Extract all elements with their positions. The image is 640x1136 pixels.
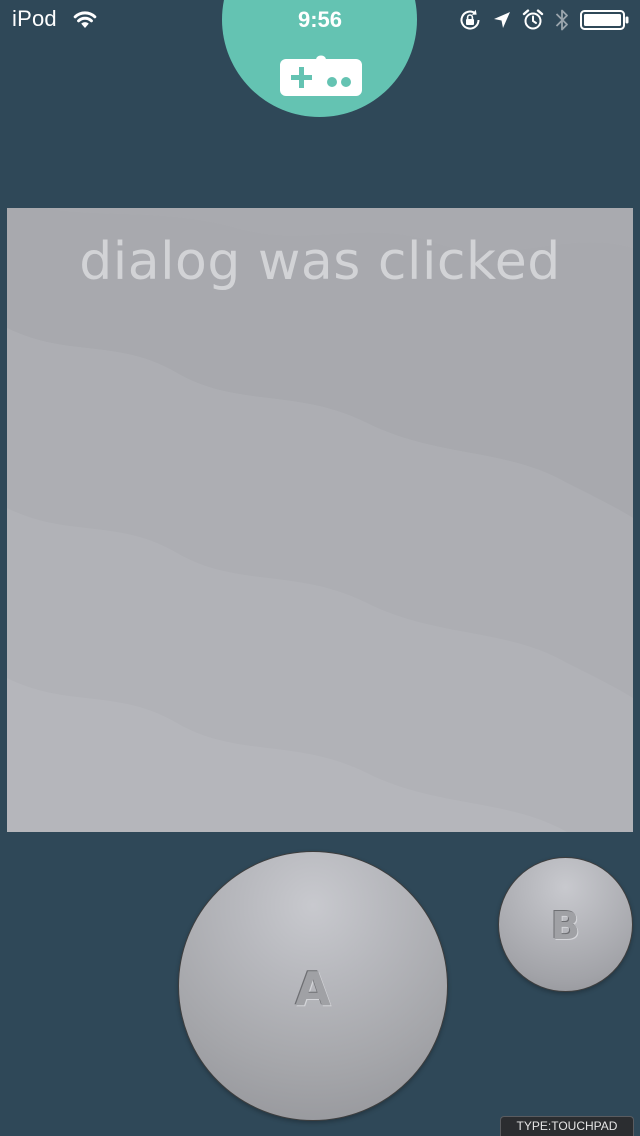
input-type-badge: TYPE:TOUCHPAD: [500, 1116, 634, 1136]
game-screen[interactable]: dialog was clicked: [7, 208, 633, 832]
b-button[interactable]: B: [498, 857, 633, 992]
dialog-message: dialog was clicked: [79, 232, 561, 292]
gamepad-icon: [280, 55, 362, 96]
status-time: 9:56: [297, 7, 343, 32]
background-waves: [7, 208, 633, 832]
a-button[interactable]: A: [178, 851, 448, 1121]
b-button-label: B: [551, 904, 580, 948]
a-button-label: A: [295, 962, 331, 1016]
